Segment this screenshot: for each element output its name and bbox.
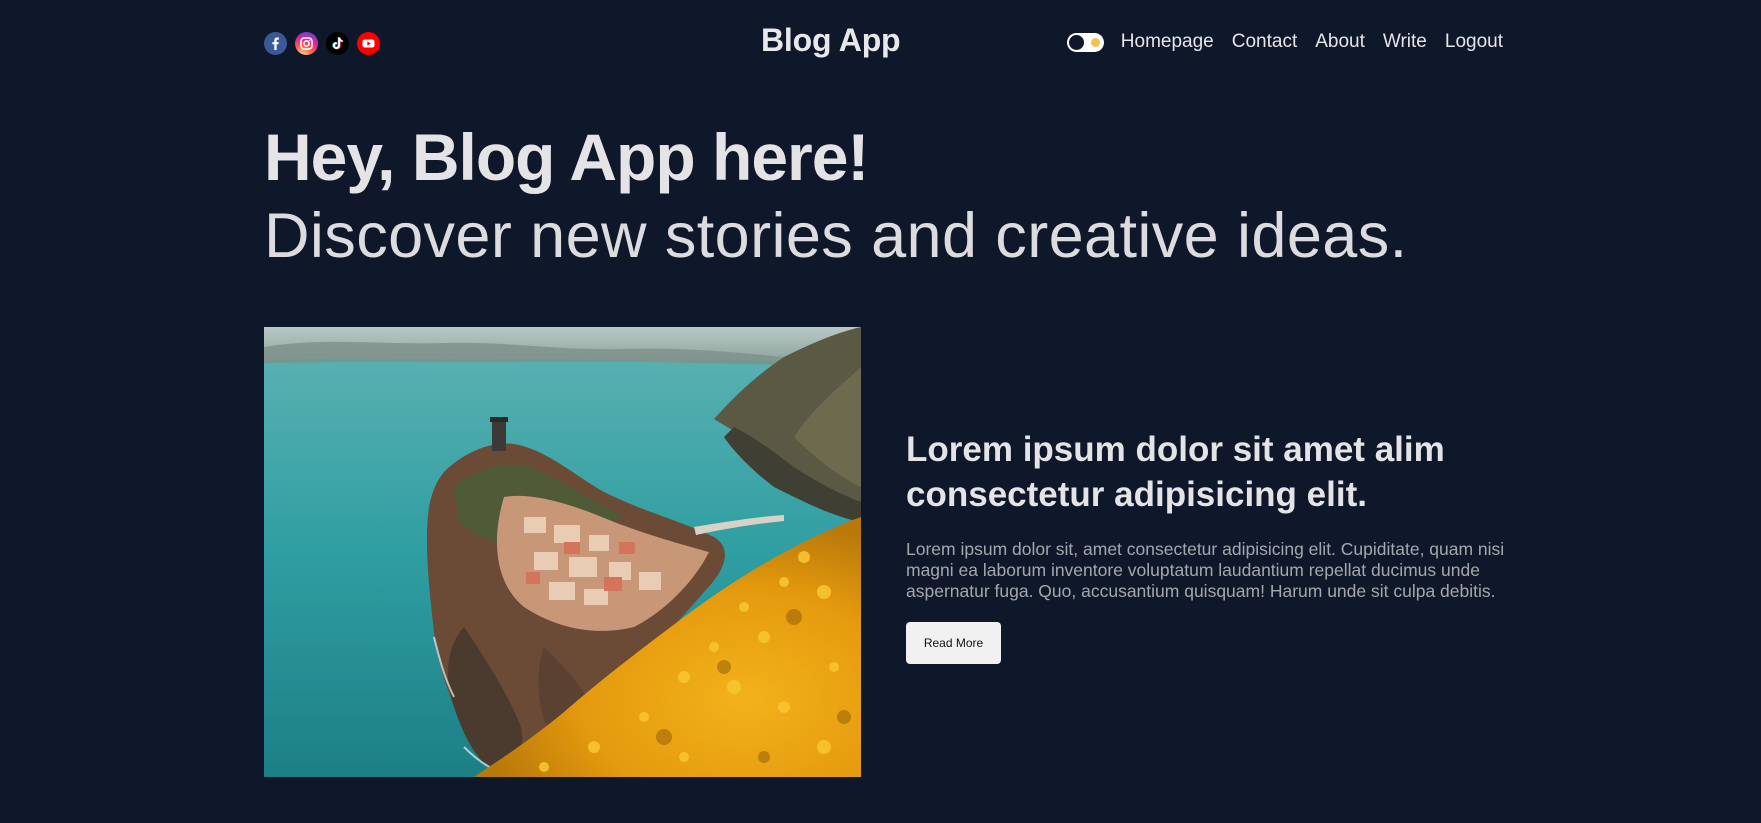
read-more-button[interactable]: Read More <box>906 622 1001 664</box>
coastal-village-photo <box>264 327 861 777</box>
hero-title: Hey, Blog App here! <box>264 120 869 194</box>
toggle-knob <box>1068 34 1084 50</box>
hero: Hey, Blog App here! Discover new stories… <box>264 118 1503 276</box>
instagram-icon[interactable] <box>295 32 318 55</box>
dark-mode-toggle[interactable] <box>1066 32 1104 52</box>
post-image[interactable] <box>264 327 861 777</box>
nav-menu: Homepage Contact About Write Logout <box>1066 31 1503 53</box>
nav-link-contact[interactable]: Contact <box>1232 31 1297 53</box>
youtube-icon[interactable] <box>357 32 380 55</box>
nav-link-logout[interactable]: Logout <box>1445 31 1503 53</box>
hero-subtitle: Discover new stories and creative ideas. <box>264 201 1408 271</box>
nav-link-homepage[interactable]: Homepage <box>1121 31 1214 53</box>
post-content: Lorem ipsum dolor sit amet alim consecte… <box>906 427 1506 664</box>
nav-link-write[interactable]: Write <box>1383 31 1427 53</box>
featured-post: Lorem ipsum dolor sit amet alim consecte… <box>264 327 1506 777</box>
social-links <box>264 32 380 55</box>
facebook-icon[interactable] <box>264 32 287 55</box>
post-title[interactable]: Lorem ipsum dolor sit amet alim consecte… <box>906 427 1506 517</box>
nav-link-about[interactable]: About <box>1315 31 1365 53</box>
brand-logo[interactable]: Blog App <box>761 22 901 59</box>
sun-icon <box>1090 37 1100 47</box>
post-excerpt: Lorem ipsum dolor sit, amet consectetur … <box>906 539 1505 601</box>
tiktok-icon[interactable] <box>326 32 349 55</box>
navbar: Blog App Homepage Contact About Write Lo… <box>264 0 1503 86</box>
